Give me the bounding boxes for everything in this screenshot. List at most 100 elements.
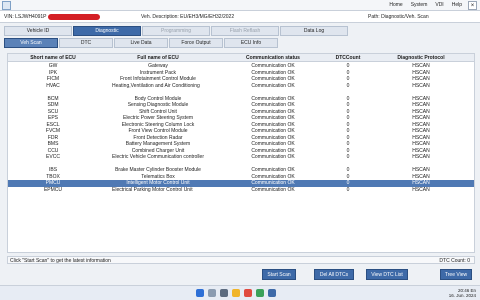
communication-status: Communication OK — [251, 186, 295, 193]
column-header[interactable]: Communication status — [218, 55, 328, 61]
diagnostic-protocol: HSCAN — [412, 102, 430, 108]
tab-ecu-info[interactable]: ECU Info — [224, 38, 278, 48]
del-all-dtcs-button[interactable]: Del All DTCs — [314, 269, 354, 280]
tab-veh-scan[interactable]: Veh Scan — [4, 38, 58, 48]
tab-live-data[interactable]: Live Data — [114, 38, 168, 48]
menu-vdi[interactable]: VDI — [435, 2, 443, 8]
main-tabs: Vehicle ID Diagnostic Programming Flash … — [4, 26, 348, 36]
ecu-short-name: SDM — [47, 102, 59, 108]
app-icon[interactable] — [256, 289, 264, 297]
diagnostic-protocol: HSCAN — [412, 108, 430, 115]
search-icon[interactable] — [208, 289, 216, 297]
column-header[interactable]: Short name of ECU — [8, 55, 98, 61]
column-header[interactable]: Full name of ECU — [98, 55, 218, 61]
ecu-short-name: FVCM — [45, 128, 61, 134]
ecu-full-name: Combined Charger Unit — [131, 147, 185, 154]
tree-view-button[interactable]: Tree View — [440, 269, 472, 280]
communication-status: Communication OK — [251, 147, 295, 154]
ecu-short-name: EVCC — [46, 154, 60, 160]
tab-force-output[interactable]: Force Output — [169, 38, 223, 48]
column-header[interactable]: DTCCount — [328, 55, 368, 61]
dtc-count: DTC Count: 0 — [439, 258, 470, 264]
ecu-short-name: IBS — [48, 167, 58, 173]
ecu-short-name: TBOX — [46, 173, 60, 180]
ecu-full-name: Telematics Box — [141, 173, 175, 180]
communication-status: Communication OK — [251, 115, 295, 121]
ecu-short-name: PMCU — [45, 180, 61, 186]
ecu-short-name: IPK — [48, 69, 58, 76]
ecu-short-name: EPMCU — [43, 186, 63, 193]
system-clock[interactable]: 20:46 En 16. Jun. 2024 — [449, 288, 476, 298]
communication-status: Communication OK — [251, 128, 295, 134]
communication-status: Communication OK — [251, 167, 295, 173]
ecu-short-name: FICM — [46, 76, 60, 82]
breadcrumb: Path: Diagnostic/Veh. Scan — [368, 14, 429, 20]
dtc-count-cell: 0 — [346, 154, 350, 160]
ecu-full-name: Instrument Pack — [139, 69, 177, 76]
ecu-short-name: SCU — [47, 108, 59, 115]
table-row[interactable]: EVCC Electric Vehicle Communication contr… — [8, 154, 474, 167]
vin-redaction — [48, 14, 100, 20]
communication-status: Communication OK — [251, 173, 295, 180]
ecu-full-name: Sensing Diagnostic Module — [127, 102, 189, 108]
app-logo-icon — [2, 1, 11, 10]
ecu-table: Short name of ECU Full name of ECU Commu… — [7, 53, 475, 253]
dtc-count-cell: 0 — [346, 173, 350, 180]
dtc-count-cell: 0 — [346, 128, 350, 134]
tab-dtc[interactable]: DTC — [59, 38, 113, 48]
ecu-full-name: Electric Vehicle Communication controlle… — [112, 154, 204, 160]
ecu-full-name: Electrical Parking Motor Control Unit — [112, 186, 193, 193]
dtc-count-cell: 0 — [346, 141, 350, 147]
folder-icon[interactable] — [232, 289, 240, 297]
dtc-count-cell: 0 — [346, 115, 350, 121]
tab-data-log[interactable]: Data Log — [280, 26, 348, 36]
dtc-count-cell: 0 — [346, 186, 350, 193]
sub-tabs: Veh Scan DTC Live Data Force Output ECU … — [4, 38, 278, 48]
view-dtc-list-button[interactable]: View DTC List — [366, 269, 408, 280]
tab-programming[interactable]: Programming — [142, 26, 210, 36]
top-menu: Home System VDI Help — [389, 2, 462, 8]
menu-help[interactable]: Help — [452, 2, 462, 8]
ecu-short-name: BMS — [47, 141, 59, 147]
vehicle-info-bar: VIN: LSJWH4091P Veh. Description: EU/EH3… — [0, 11, 480, 23]
diagnostic-protocol: HSCAN — [412, 115, 430, 121]
taskbar: 20:46 En 16. Jun. 2024 — [0, 285, 480, 300]
diagnostic-protocol: HSCAN — [412, 63, 430, 69]
ecu-full-name: Brake Master Cylinder Booster Module — [115, 167, 201, 173]
browser-icon[interactable] — [244, 289, 252, 297]
diagnostic-protocol: HSCAN — [412, 154, 430, 160]
communication-status: Communication OK — [251, 141, 295, 147]
diagnostic-protocol: HSCAN — [412, 69, 430, 76]
ecu-short-name: CCU — [47, 147, 59, 154]
title-bar: Home System VDI Help × — [0, 0, 480, 11]
table-row[interactable]: EPMCU Electrical Parking Motor Control Un… — [8, 187, 474, 200]
diagnostic-protocol: HSCAN — [412, 76, 430, 82]
ecu-full-name: Body Control Module — [134, 95, 182, 102]
dtc-count-cell: 0 — [346, 95, 350, 102]
tab-vehicle-id[interactable]: Vehicle ID — [4, 26, 72, 36]
ecu-full-name: Front Detection Radar — [133, 134, 183, 141]
diagnostic-protocol: HSCAN — [412, 180, 430, 186]
column-header[interactable]: Diagnostic Protocol — [368, 55, 474, 61]
close-icon[interactable]: × — [468, 1, 477, 10]
start-icon[interactable] — [196, 289, 204, 297]
dtc-count-cell: 0 — [346, 180, 350, 186]
menu-home[interactable]: Home — [389, 2, 402, 8]
tab-flash-reflash[interactable]: Flash Reflash — [211, 26, 279, 36]
table-row[interactable]: HVAC Heating,Ventilation and Air Conditio… — [8, 83, 474, 96]
ecu-full-name: Front View Control Module — [128, 128, 188, 134]
ecu-full-name: Intelligent Motor Control Unit — [126, 180, 190, 186]
ecu-short-name: EPS — [47, 115, 58, 121]
diagnostic-app-icon[interactable] — [268, 289, 276, 297]
dtc-count-cell: 0 — [346, 121, 350, 128]
communication-status: Communication OK — [251, 69, 295, 76]
ecu-full-name: Gateway — [148, 63, 168, 69]
ecu-full-name: Electronic Steering Column Lock — [121, 121, 195, 128]
tab-diagnostic[interactable]: Diagnostic — [73, 26, 141, 36]
status-message: Click "Start Scan" to get the latest inf… — [10, 258, 111, 264]
communication-status: Communication OK — [251, 154, 295, 160]
start-scan-button[interactable]: Start Scan — [262, 269, 296, 280]
ecu-full-name: Front Infotainment Control Module — [120, 76, 196, 82]
menu-system[interactable]: System — [411, 2, 428, 8]
task-view-icon[interactable] — [220, 289, 228, 297]
